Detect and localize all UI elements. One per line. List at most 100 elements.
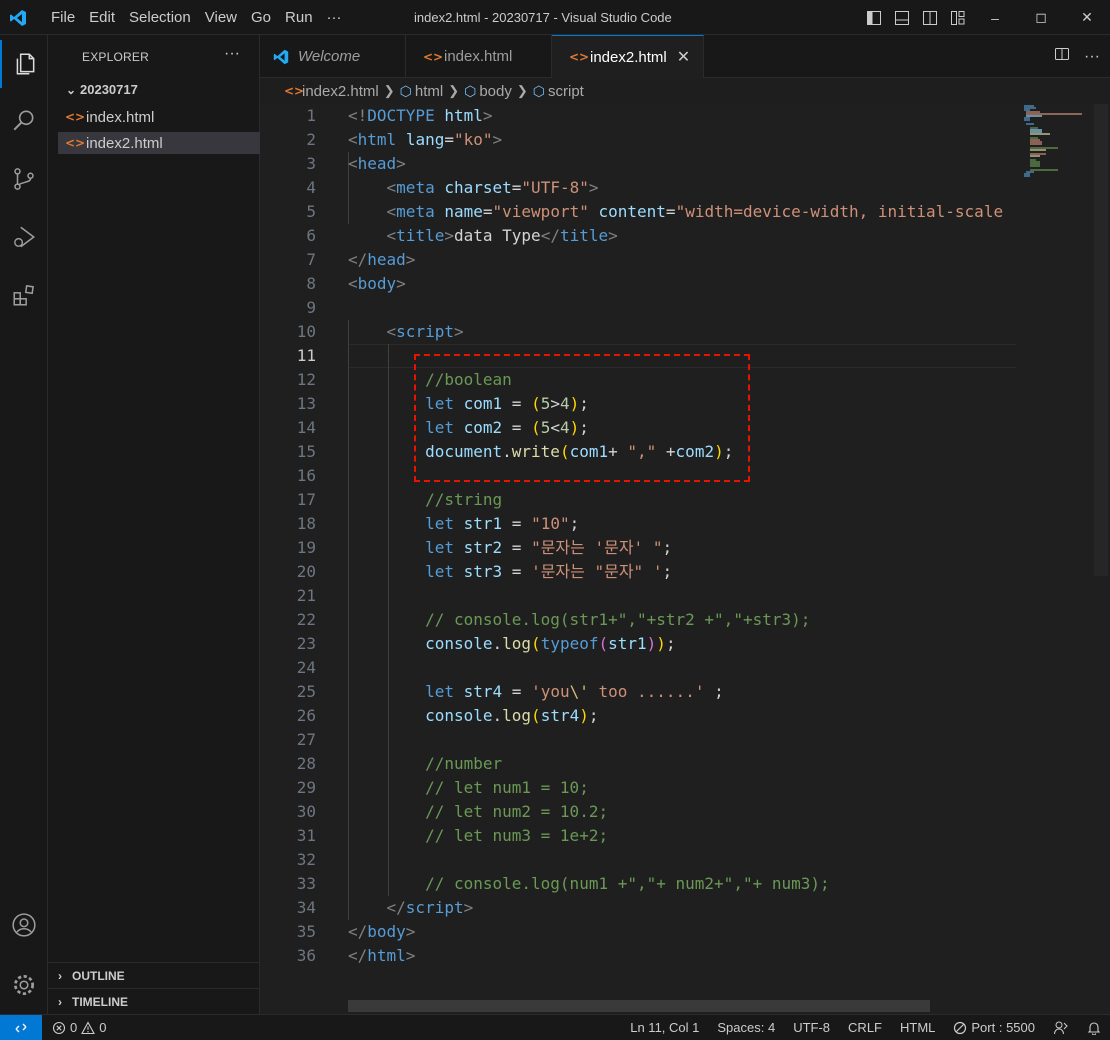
title-bar: File Edit Selection View Go Run ··· inde… [0, 0, 1110, 35]
code-line: 35 </body> [296, 922, 416, 941]
file-index-html[interactable]: <> index.html [58, 106, 260, 128]
code-editor[interactable]: 1 <!DOCTYPE html> 2 <html lang="ko"> 3 <hea… [260, 104, 1110, 1014]
customize-layout-icon[interactable] [944, 0, 972, 35]
code-line: 24 [296, 658, 316, 677]
editor-tabs: Welcome <> index.html <> index2.html ✕ ·… [260, 35, 1110, 79]
menu-more[interactable]: ··· [320, 0, 349, 35]
chevron-down-icon: ⌄ [65, 82, 77, 97]
explorer-icon[interactable] [0, 40, 48, 88]
indentation[interactable]: Spaces: 4 [708, 1015, 784, 1040]
code-line: 25 let str4 = 'you\' too ......' ; [296, 682, 724, 701]
explorer-more-actions[interactable]: ··· [224, 45, 240, 63]
toggle-panel-icon[interactable] [888, 0, 916, 35]
folder-20230717[interactable]: ⌄ 20230717 [62, 82, 138, 97]
outline-section[interactable]: › OUTLINE [48, 962, 260, 988]
end-of-line[interactable]: CRLF [839, 1015, 891, 1040]
explorer-header: EXPLORER [82, 50, 149, 64]
activity-bar [0, 35, 48, 1014]
tab-index-html[interactable]: <> index.html [406, 35, 552, 78]
code-line: 8 <body> [306, 274, 406, 293]
cursor-position[interactable]: Ln 11, Col 1 [621, 1015, 708, 1040]
minimap[interactable] [1022, 104, 1102, 184]
menu-selection[interactable]: Selection [122, 0, 198, 35]
split-editor-icon[interactable] [1054, 46, 1070, 67]
no-entry-icon [954, 1021, 967, 1034]
breadcrumb-file[interactable]: index2.html [302, 83, 379, 100]
remote-indicator-icon[interactable] [0, 1015, 42, 1040]
menu-run[interactable]: Run [278, 0, 320, 35]
file-label: index2.html [86, 134, 163, 152]
error-icon [52, 1021, 66, 1034]
toggle-secondary-sidebar-icon[interactable] [916, 0, 944, 35]
code-line: 26 console.log(str4); [296, 706, 599, 725]
live-server-port[interactable]: Port : 5500 [944, 1015, 1044, 1040]
vertical-scrollbar[interactable] [1094, 104, 1108, 576]
menu-view[interactable]: View [198, 0, 244, 35]
extensions-icon[interactable] [0, 271, 48, 319]
notifications-bell-icon[interactable] [1078, 1015, 1110, 1040]
source-control-icon[interactable] [0, 155, 48, 203]
code-line: 6 <title>data Type</title> [306, 226, 618, 245]
html-file-icon: <> [64, 136, 86, 150]
accounts-icon[interactable] [0, 901, 48, 949]
tab-welcome[interactable]: Welcome [260, 35, 406, 78]
code-line: 23 console.log(typeof(str1)); [296, 634, 676, 653]
code-line: 1 <!DOCTYPE html> [306, 106, 493, 125]
breadcrumb-html[interactable]: html [415, 83, 443, 100]
tab-label: index.html [444, 48, 513, 65]
breadcrumb-body[interactable]: body [479, 83, 512, 100]
code-line: 2 <html lang="ko"> [306, 130, 503, 149]
close-window-icon[interactable]: ✕ [1064, 0, 1110, 35]
code-line: 31 // let num3 = 1e+2; [296, 826, 609, 845]
feedback-icon[interactable] [1044, 1015, 1078, 1040]
html-file-icon: <> [422, 49, 444, 64]
tab-index2-html[interactable]: <> index2.html ✕ [552, 35, 704, 79]
code-line: 5 <meta name="viewport" content="width=d… [306, 202, 1004, 221]
code-line: 17 //string [296, 490, 503, 509]
settings-gear-icon[interactable] [0, 961, 48, 1009]
problems-indicator[interactable]: 0 0 [52, 1015, 106, 1040]
port-label: Port : 5500 [971, 1020, 1035, 1035]
html-file-icon: <> [64, 110, 86, 124]
code-line: 28 //number [296, 754, 503, 773]
code-line: 33 // console.log(num1 +","+ num2+","+ n… [296, 874, 830, 893]
file-index2-html[interactable]: <> index2.html [58, 132, 260, 154]
editor-more-actions-icon[interactable]: ··· [1084, 48, 1100, 66]
code-line: 29 // let num1 = 10; [296, 778, 589, 797]
search-icon[interactable] [0, 97, 48, 145]
encoding[interactable]: UTF-8 [784, 1015, 839, 1040]
highlight-annotation-box [414, 354, 750, 482]
horizontal-scrollbar[interactable] [348, 1000, 930, 1012]
chevron-right-icon: › [58, 968, 62, 983]
timeline-section[interactable]: › TIMELINE [48, 988, 260, 1014]
element-cube-icon: ⬡ [399, 82, 412, 99]
outline-label: OUTLINE [72, 968, 125, 983]
code-line: 32 [296, 850, 316, 869]
toggle-primary-sidebar-icon[interactable] [860, 0, 888, 35]
close-tab-icon[interactable]: ✕ [677, 47, 690, 67]
code-line: 30 // let num2 = 10.2; [296, 802, 609, 821]
run-debug-icon[interactable] [0, 213, 48, 261]
status-bar: 0 0 Ln 11, Col 1 Spaces: 4 UTF-8 CRLF HT… [0, 1014, 1110, 1040]
tab-label: Welcome [298, 48, 361, 65]
chevron-right-icon: ❯ [383, 83, 395, 98]
chevron-right-icon: ❯ [448, 83, 460, 98]
error-count: 0 [70, 1020, 78, 1035]
code-line: 36 </html> [296, 946, 416, 965]
breadcrumb-script[interactable]: script [548, 83, 584, 100]
vscode-logo-icon [10, 10, 26, 26]
language-mode[interactable]: HTML [891, 1015, 944, 1040]
code-line: 4 <meta charset="UTF-8"> [306, 178, 599, 197]
menu-file[interactable]: File [44, 0, 82, 35]
menu-go[interactable]: Go [244, 0, 278, 35]
warning-icon [81, 1020, 96, 1034]
minimize-icon[interactable]: – [972, 0, 1018, 35]
code-line: 10 <script> [296, 322, 464, 341]
code-line: 19 let str2 = "문자는 '문자' "; [296, 538, 673, 557]
warning-count: 0 [99, 1020, 107, 1035]
code-line: 34 </script> [296, 898, 474, 917]
maximize-icon[interactable]: ◻ [1018, 0, 1064, 35]
code-line: 3 <head> [306, 154, 406, 173]
element-cube-icon: ⬡ [464, 82, 477, 99]
menu-edit[interactable]: Edit [82, 0, 122, 35]
